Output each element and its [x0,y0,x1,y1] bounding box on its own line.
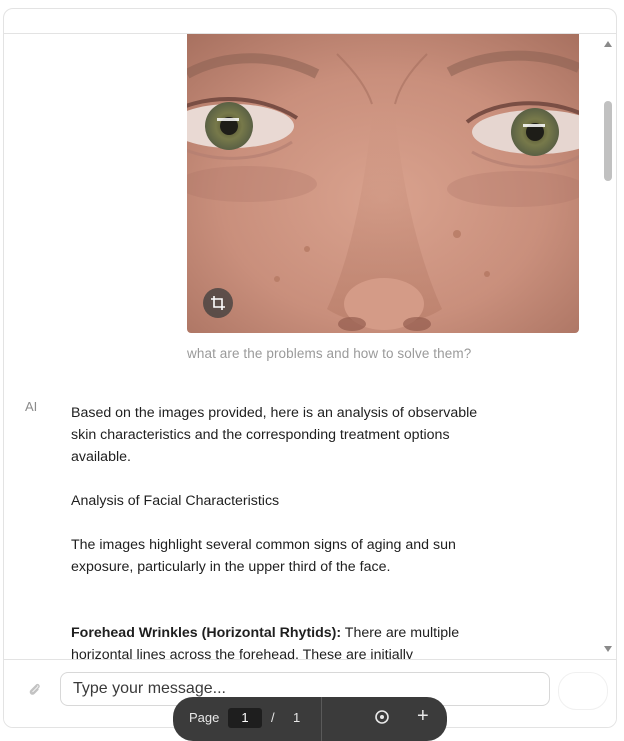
page-label: Page [189,710,220,725]
page-separator: / [271,710,275,725]
ai-bold-heading: Forehead Wrinkles (Horizontal Rhytids): [71,625,342,641]
toolbar-divider [321,697,322,741]
face-photo [187,34,579,333]
user-uploaded-photo[interactable] [187,34,579,333]
scroll-down-arrow-icon[interactable] [604,646,612,652]
chat-window: what are the problems and how to solve t… [3,8,617,728]
zoom-button[interactable] [373,708,391,726]
scrollbar-thumb[interactable] [604,101,612,181]
page-number-input[interactable]: 1 [228,708,262,728]
user-message-caption: what are the problems and how to solve t… [187,346,472,361]
send-button[interactable] [558,672,608,710]
ai-sender-label: AI [25,399,38,414]
ai-paragraph: The images highlight several common sign… [71,537,456,575]
scrollbar[interactable] [602,34,616,659]
window-header [4,9,616,34]
ai-paragraph: Based on the images provided, here is an… [71,405,478,465]
ai-response: Based on the images provided, here is an… [71,402,491,659]
attach-button[interactable] [26,681,42,702]
paperclip-icon [29,683,40,695]
ai-bullet-paragraph: Forehead Wrinkles (Horizontal Rhytids): … [71,622,491,659]
zoom-icon [375,710,389,724]
conversation-area: what are the problems and how to solve t… [4,34,616,659]
pdf-toolbar: Page 1 / 1 + [173,697,447,741]
crop-button[interactable] [203,288,233,318]
ai-section-heading: Analysis of Facial Characteristics [71,493,280,509]
crop-icon [211,296,225,310]
page-total: 1 [293,710,301,725]
scroll-up-arrow-icon[interactable] [604,41,612,47]
